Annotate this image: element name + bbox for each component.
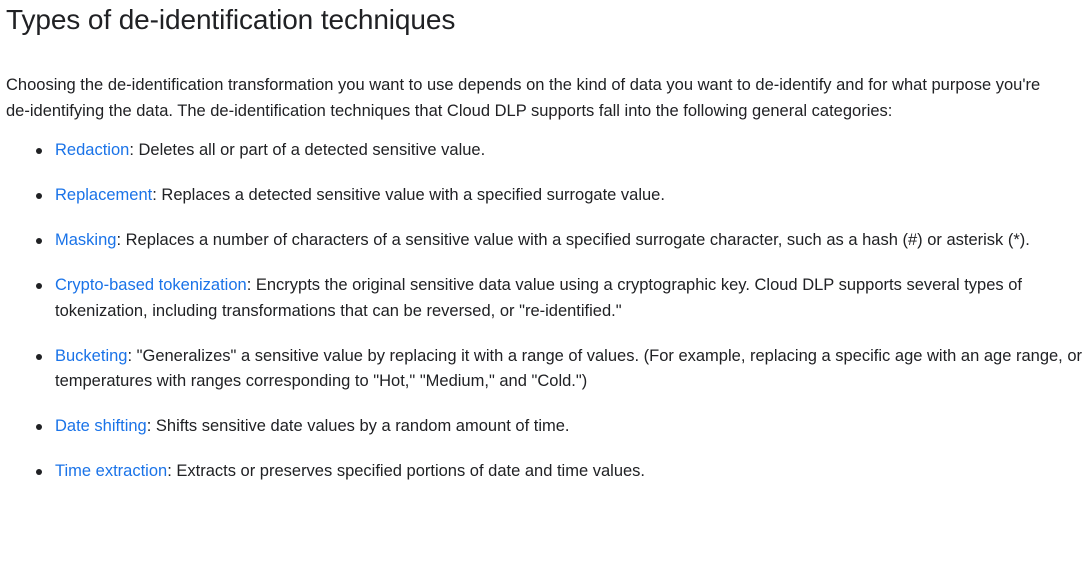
masking-link[interactable]: Masking <box>55 231 116 249</box>
bullet-dot <box>36 424 42 430</box>
replacement-description: : Replaces a detected sensitive value wi… <box>152 186 665 204</box>
bullet-dot <box>36 193 42 199</box>
redaction-link[interactable]: Redaction <box>55 141 129 159</box>
intro-paragraph: Choosing the de-identification transform… <box>6 76 1041 120</box>
bucketing-link[interactable]: Bucketing <box>55 347 127 365</box>
crypto-tokenization-link[interactable]: Crypto-based tokenization <box>55 276 247 294</box>
list-item-replacement: Replacement: Replaces a detected sensiti… <box>6 183 1083 209</box>
redaction-description: : Deletes all or part of a detected sens… <box>129 141 486 159</box>
time-extraction-link[interactable]: Time extraction <box>55 462 167 480</box>
bucketing-description: : "Generalizes" a sensitive value by rep… <box>55 346 1083 391</box>
bullet-dot <box>36 353 42 360</box>
page-title: Types of de-identification techniques <box>6 4 456 35</box>
list-item-time-extraction: Time extraction: Extracts or preserves s… <box>6 459 1083 485</box>
techniques-list: Redaction: Deletes all or part of a dete… <box>6 138 1085 485</box>
bullet-dot <box>36 238 42 244</box>
list-item-crypto-tokenization: Crypto-based tokenization: Encrypts the … <box>6 273 1083 324</box>
masking-description: : Replaces a number of characters of a s… <box>116 231 1030 249</box>
bullet-dot <box>36 469 42 475</box>
date-shifting-description: : Shifts sensitive date values by a rand… <box>146 417 570 435</box>
bullet-dot <box>36 148 42 154</box>
date-shifting-link[interactable]: Date shifting <box>55 417 147 435</box>
list-item-bucketing: Bucketing: "Generalizes" a sensitive val… <box>6 344 1083 395</box>
list-item-redaction: Redaction: Deletes all or part of a dete… <box>6 138 1083 164</box>
time-extraction-description: : Extracts or preserves specified portio… <box>167 462 646 480</box>
replacement-link[interactable]: Replacement <box>55 186 152 204</box>
list-item-masking: Masking: Replaces a number of characters… <box>6 228 1083 254</box>
article: Types of de-identification techniques Ch… <box>0 0 1085 579</box>
bullet-dot <box>36 283 42 289</box>
list-item-date-shifting: Date shifting: Shifts sensitive date val… <box>6 414 1083 440</box>
